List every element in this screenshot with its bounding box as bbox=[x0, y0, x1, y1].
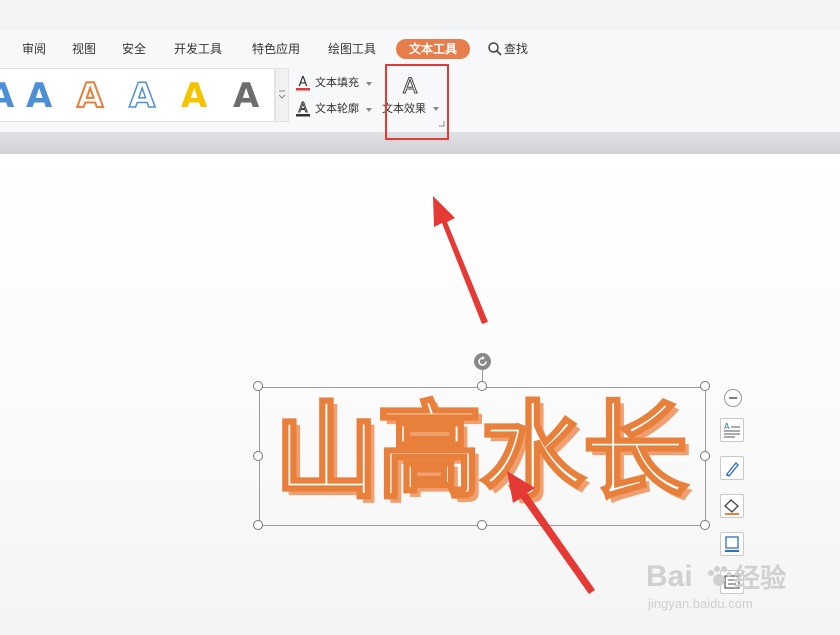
resize-handle-bm[interactable] bbox=[477, 520, 487, 530]
outline-button[interactable] bbox=[720, 532, 744, 556]
resize-handle-bl[interactable] bbox=[253, 520, 263, 530]
wordart-style-0[interactable]: A bbox=[0, 76, 14, 116]
text-fill-icon: A bbox=[296, 75, 310, 91]
shape-style-button[interactable] bbox=[720, 456, 744, 480]
minus-icon bbox=[729, 397, 737, 399]
svg-text:A: A bbox=[299, 75, 308, 90]
svg-text:A: A bbox=[299, 101, 308, 116]
resize-handle-tr[interactable] bbox=[700, 381, 710, 391]
collapse-toolbar-button[interactable] bbox=[724, 389, 742, 407]
menu-tab-developer[interactable]: 开发工具 bbox=[174, 40, 222, 58]
wordart-style-gray[interactable]: A bbox=[233, 76, 259, 116]
text-fill-button[interactable]: A 文本填充 bbox=[294, 73, 376, 93]
gallery-more-icon bbox=[278, 90, 286, 99]
wordart-style-blue[interactable]: A bbox=[26, 76, 52, 116]
resize-handle-ml[interactable] bbox=[253, 451, 263, 461]
text-fill-label: 文本填充 bbox=[315, 76, 359, 89]
paw-icon bbox=[708, 566, 732, 586]
menu-tab-drawing-tools[interactable]: 绘图工具 bbox=[328, 40, 376, 58]
text-outline-icon: A bbox=[296, 101, 310, 117]
wordart-text[interactable]: 山高水长 bbox=[273, 391, 694, 514]
wordart-text-box[interactable]: 山高水长 bbox=[259, 387, 706, 526]
pen-icon bbox=[726, 462, 739, 477]
shape-outline-icon bbox=[725, 536, 739, 552]
text-wrap-icon: A bbox=[724, 422, 740, 438]
search-label: 查找 bbox=[504, 42, 529, 56]
resize-handle-br[interactable] bbox=[700, 520, 710, 530]
resize-handle-mr[interactable] bbox=[700, 451, 710, 461]
resize-handle-tm[interactable] bbox=[477, 381, 487, 391]
text-outline-label: 文本轮廓 bbox=[315, 102, 359, 115]
chevron-down-icon bbox=[366, 108, 372, 112]
window-top-strip bbox=[0, 0, 840, 30]
chevron-down-icon bbox=[366, 82, 372, 86]
highlight-box bbox=[385, 64, 449, 140]
menu-tab-review[interactable]: 审阅 bbox=[22, 40, 46, 58]
menu-tab-view[interactable]: 视图 bbox=[72, 40, 96, 58]
wordart-style-blue-outline[interactable]: A bbox=[128, 75, 156, 117]
watermark-brand: Bai bbox=[646, 560, 693, 593]
svg-text:A: A bbox=[724, 422, 730, 431]
baidu-watermark: Bai 经验 jingyan.baidu.com bbox=[646, 560, 836, 614]
wordart-style-orange-outline[interactable]: A bbox=[76, 75, 104, 117]
wordart-style-yellow[interactable]: A bbox=[181, 76, 207, 116]
paint-bucket-icon bbox=[724, 499, 739, 515]
menu-tab-security[interactable]: 安全 bbox=[122, 40, 146, 58]
rotate-handle[interactable] bbox=[474, 353, 491, 370]
resize-handle-tl[interactable] bbox=[253, 381, 263, 391]
text-layout-button[interactable]: A bbox=[720, 418, 744, 442]
menu-tab-features[interactable]: 特色应用 bbox=[252, 40, 300, 58]
text-outline-button[interactable]: A 文本轮廓 bbox=[294, 99, 376, 119]
fill-button[interactable] bbox=[720, 494, 744, 518]
gallery-scroll-button[interactable] bbox=[275, 68, 289, 122]
search-icon bbox=[488, 42, 502, 56]
watermark-brand-tail: 经验 bbox=[734, 563, 787, 593]
rotate-icon bbox=[478, 356, 487, 366]
menu-tab-text-tools[interactable]: 文本工具 bbox=[396, 39, 470, 59]
watermark-url: jingyan.baidu.com bbox=[648, 596, 753, 611]
search-button[interactable]: 查找 bbox=[486, 39, 536, 59]
